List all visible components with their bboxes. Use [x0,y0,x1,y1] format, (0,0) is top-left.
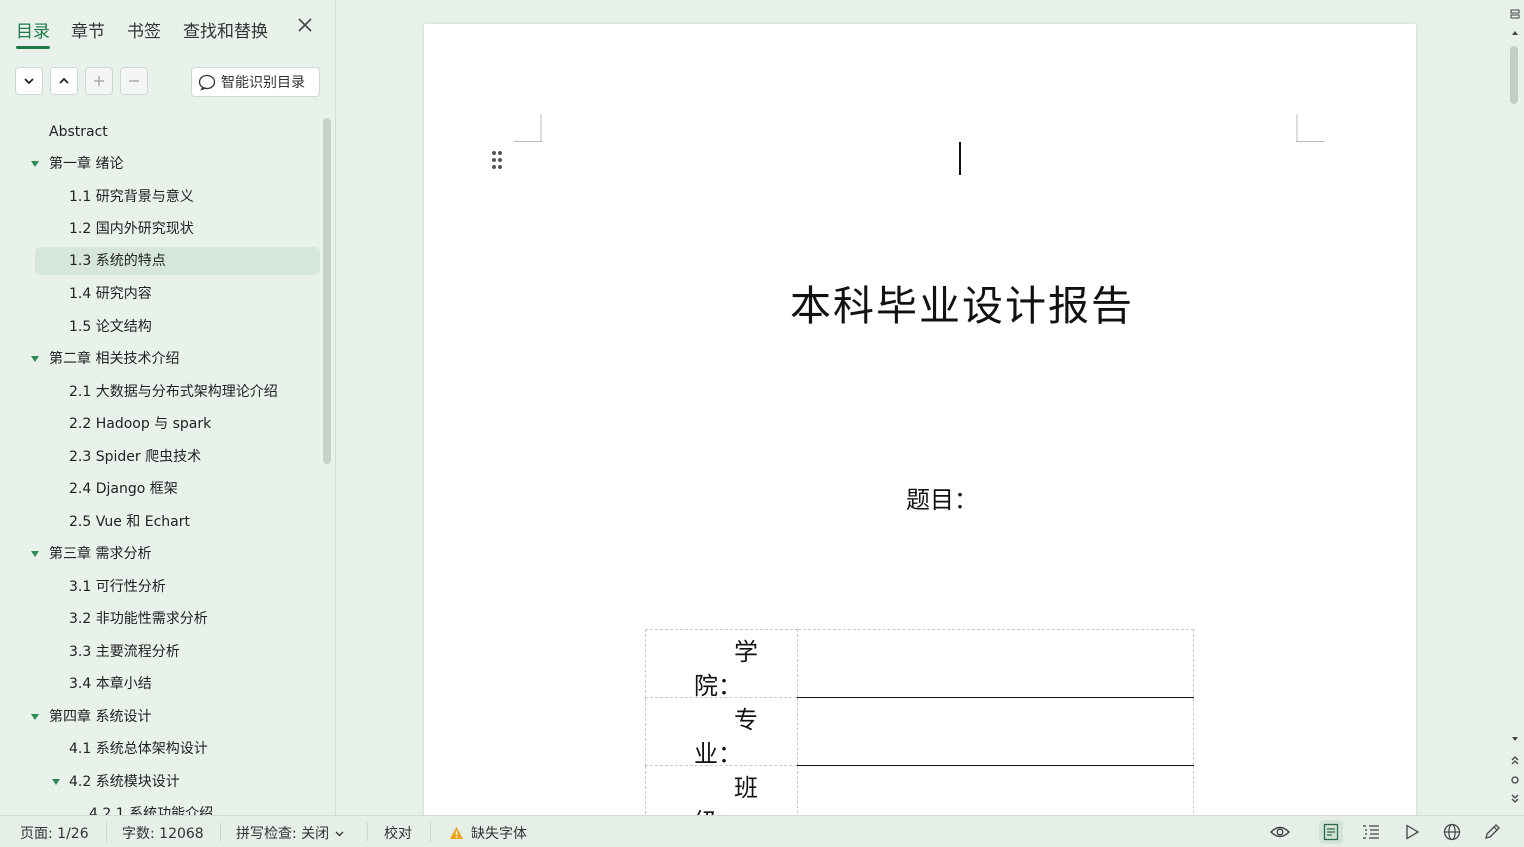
field-label-college[interactable]: 学院： [645,629,798,700]
toc-item-1-4[interactable]: 1.4 研究内容 [69,280,152,308]
info-table: 学院： 专业： 班级： [645,629,1194,815]
chevron-down-icon [335,831,344,837]
spell-check-label: 拼写检查: 关闭 [236,826,330,842]
split-view-icon[interactable] [1509,9,1521,19]
table-row: 班级： [645,765,1194,815]
reading-mode-eye-icon[interactable] [1268,820,1292,844]
outline-view-icon[interactable] [1359,820,1383,844]
toc-item-4-1[interactable]: 4.1 系统总体架构设计 [69,735,208,763]
expand-button[interactable] [15,67,43,95]
table-row: 专业： [645,697,1194,768]
field-label-class[interactable]: 班级： [645,765,798,815]
chevron-down-icon [24,78,34,85]
next-page-icon[interactable] [1509,794,1521,804]
sidebar-scrollbar[interactable] [323,118,331,464]
spell-check-toggle[interactable]: 拼写检查: 关闭 [236,823,344,843]
toc-item-chapter1[interactable]: 第一章 绪论 [49,150,123,178]
toc-item-3-4[interactable]: 3.4 本章小结 [69,670,152,698]
field-value-college[interactable] [797,629,1194,698]
toc-expand-arrow-icon[interactable] [31,551,39,557]
toc-item-1-3[interactable]: 1.3 系统的特点 [35,247,320,275]
play-slideshow-icon[interactable] [1400,820,1424,844]
toc-item-4-2-1[interactable]: 4.2.1 系统功能介绍 [89,800,213,815]
toc-item-1-2[interactable]: 1.2 国内外研究现状 [69,215,194,243]
smart-toc-label: 智能识别目录 [221,75,305,91]
field-label-major[interactable]: 专业： [645,697,798,768]
edit-pen-icon[interactable] [1480,820,1504,844]
previous-page-icon[interactable] [1509,755,1521,765]
missing-font-button[interactable]: 缺失字体 [449,823,527,843]
tab-bookmarks[interactable]: 书签 [127,17,161,42]
field-label-line: 级： [694,802,742,815]
document-page[interactable]: 本科毕业设计报告 题目： 学院： 专业： 班级： [424,24,1416,815]
tab-chapters[interactable]: 章节 [71,17,105,42]
toc-item-1-1[interactable]: 1.1 研究背景与意义 [69,183,194,211]
field-label-line: 院： [694,672,742,700]
proofread-button[interactable]: 校对 [384,823,412,843]
toc-expand-arrow-icon[interactable] [31,356,39,362]
document-area: 本科毕业设计报告 题目： 学院： 专业： 班级： [336,0,1506,815]
status-divider [106,822,107,842]
field-value-major[interactable] [797,697,1194,766]
smart-toc-button[interactable]: 智能识别目录 [191,67,320,97]
toc-item-2-5[interactable]: 2.5 Vue 和 Echart [69,508,190,536]
toc-item-2-3[interactable]: 2.3 Spider 爬虫技术 [69,443,201,471]
document-scrollbar[interactable] [1506,0,1524,815]
topic-label[interactable]: 题目： [906,480,978,515]
toc-item-3-1[interactable]: 3.1 可行性分析 [69,573,166,601]
field-label-line: 学 [734,638,758,666]
sidebar-tabs: 目录 章节 书签 查找和替换 [0,0,335,50]
field-label-line: 业： [694,740,742,768]
status-divider [430,822,431,842]
add-level-button[interactable] [85,67,113,95]
document-title[interactable]: 本科毕业设计报告 [424,272,1500,332]
field-label-line: 专 [734,706,758,734]
status-divider [220,822,221,842]
minus-icon [129,80,139,82]
plus-icon [94,76,104,86]
toc-item-1-5[interactable]: 1.5 论文结构 [69,313,152,341]
toc-item-chapter3[interactable]: 第三章 需求分析 [49,540,151,568]
toc-list: Abstract 第一章 绪论 1.1 研究背景与意义 1.2 国内外研究现状 … [0,116,320,815]
missing-font-label: 缺失字体 [471,826,527,842]
web-layout-globe-icon[interactable] [1440,820,1464,844]
toc-item-2-4[interactable]: 2.4 Django 框架 [69,475,178,503]
toc-expand-arrow-icon[interactable] [52,779,60,785]
select-browse-object-icon[interactable] [1509,775,1521,785]
status-divider [367,822,368,842]
close-icon[interactable] [294,14,316,36]
tab-toc[interactable]: 目录 [16,17,50,49]
tab-find-replace[interactable]: 查找和替换 [183,17,268,42]
page-count[interactable]: 页面: 1/26 [20,823,89,843]
page-corner-mark-left [514,114,542,142]
toc-item-abstract[interactable]: Abstract [49,118,108,146]
page-view-icon[interactable] [1319,820,1343,844]
ai-chat-icon [198,74,216,91]
field-value-class[interactable] [797,765,1194,815]
toc-item-2-2[interactable]: 2.2 Hadoop 与 spark [69,410,211,438]
document-scroll-thumb[interactable] [1510,46,1518,104]
remove-level-button[interactable] [120,67,148,95]
page-corner-mark-right [1296,114,1324,142]
toc-item-4-2[interactable]: 4.2 系统模块设计 [69,768,180,796]
warning-icon [450,827,463,839]
scroll-up-icon[interactable] [1509,28,1521,38]
toc-expand-arrow-icon[interactable] [31,714,39,720]
toc-sidebar: 目录 章节 书签 查找和替换 智能识别目录 Abstract 第一章 绪论 1.… [0,0,336,815]
toc-item-3-3[interactable]: 3.3 主要流程分析 [69,638,180,666]
chevron-up-icon [59,77,69,84]
status-bar: 页面: 1/26 字数: 12068 拼写检查: 关闭 校对 缺失字体 [0,815,1524,847]
table-row: 学院： [645,629,1194,700]
scroll-down-icon[interactable] [1509,734,1521,744]
toc-item-chapter4[interactable]: 第四章 系统设计 [49,703,151,731]
collapse-button[interactable] [50,67,78,95]
toc-expand-arrow-icon[interactable] [31,161,39,167]
text-cursor [959,142,961,175]
toc-item-3-2[interactable]: 3.2 非功能性需求分析 [69,605,208,633]
field-label-line: 班 [734,774,758,802]
word-count[interactable]: 字数: 12068 [122,823,204,843]
toc-item-2-1[interactable]: 2.1 大数据与分布式架构理论介绍 [69,378,278,406]
drag-handle-icon[interactable] [491,150,503,170]
toc-item-chapter2[interactable]: 第二章 相关技术介绍 [49,345,179,373]
